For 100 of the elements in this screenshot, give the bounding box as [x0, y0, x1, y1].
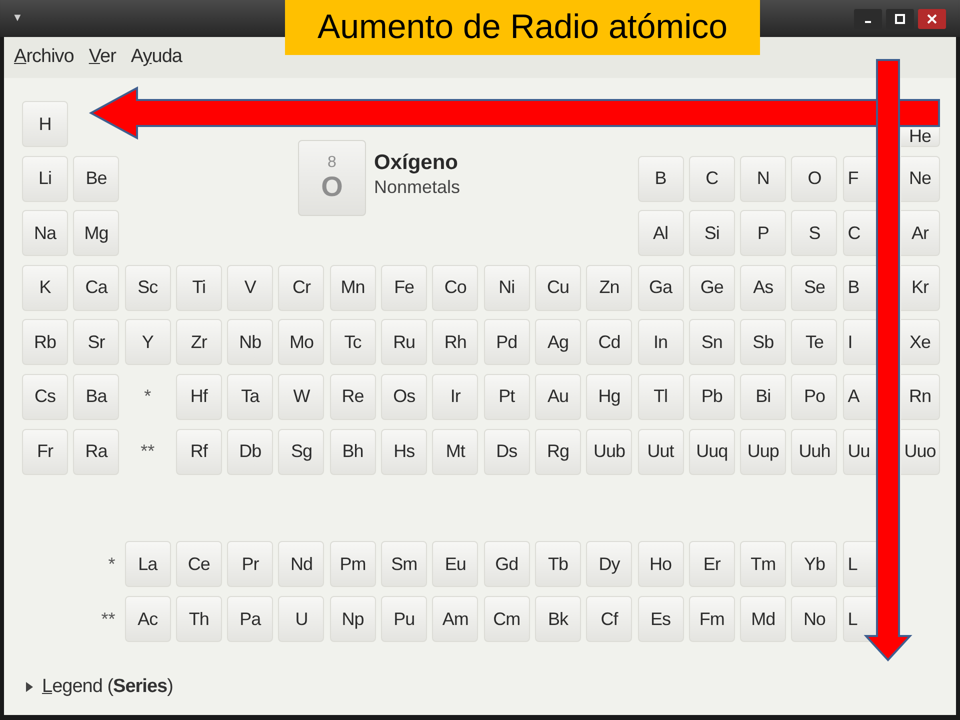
expander-icon[interactable]: [24, 681, 34, 694]
element-button[interactable]: Cm: [484, 596, 530, 642]
element-button[interactable]: Fm: [688, 596, 735, 642]
minimize-button[interactable]: [854, 8, 882, 28]
element-button[interactable]: Sn: [688, 319, 735, 366]
element-button[interactable]: Rg: [534, 428, 581, 475]
element-button[interactable]: Np: [330, 596, 376, 642]
element-button[interactable]: As: [740, 264, 786, 311]
element-button[interactable]: Nb: [227, 319, 274, 366]
element-button[interactable]: Uuq: [688, 428, 735, 475]
element-button[interactable]: Rb: [22, 319, 68, 366]
element-button[interactable]: Sg: [278, 428, 324, 475]
element-button[interactable]: Cd: [586, 319, 632, 366]
element-button[interactable]: Md: [740, 596, 786, 642]
element-button[interactable]: Hs: [381, 428, 428, 475]
element-button[interactable]: Zn: [586, 264, 632, 311]
element-button[interactable]: Po: [791, 374, 838, 420]
element-button[interactable]: Am: [432, 596, 478, 642]
element-button[interactable]: Pa: [227, 596, 274, 642]
element-button[interactable]: Ce: [176, 541, 222, 587]
element-button[interactable]: Fe: [381, 264, 428, 311]
element-button[interactable]: I: [842, 319, 876, 366]
element-button[interactable]: Uuh: [791, 428, 838, 475]
element-button[interactable]: Ni: [484, 264, 530, 311]
element-button[interactable]: Kr: [901, 264, 940, 311]
element-button[interactable]: Fr: [22, 428, 68, 475]
element-button[interactable]: Mn: [330, 264, 376, 311]
element-button[interactable]: Re: [330, 374, 376, 420]
element-button[interactable]: C: [842, 210, 876, 256]
element-button[interactable]: Gd: [484, 541, 530, 587]
element-button[interactable]: S: [791, 210, 838, 256]
element-button[interactable]: Ta: [227, 374, 274, 420]
element-button[interactable]: B: [842, 264, 876, 311]
element-button[interactable]: Tl: [638, 374, 684, 420]
element-button[interactable]: Bh: [330, 428, 376, 475]
element-button[interactable]: Na: [22, 210, 68, 256]
element-button[interactable]: Ba: [73, 374, 120, 420]
element-button[interactable]: Ra: [73, 428, 120, 475]
element-button[interactable]: Tc: [330, 319, 376, 366]
menu-item[interactable]: Ayuda: [130, 43, 182, 72]
element-button[interactable]: Es: [638, 596, 684, 642]
element-button[interactable]: Sc: [124, 264, 171, 311]
element-button[interactable]: Ga: [638, 264, 684, 311]
element-button[interactable]: Nd: [278, 541, 324, 587]
element-button[interactable]: Pm: [330, 541, 376, 587]
element-button[interactable]: Ho: [638, 541, 684, 587]
close-button[interactable]: [918, 8, 946, 28]
element-button[interactable]: Te: [791, 319, 838, 366]
element-button[interactable]: Mo: [278, 319, 324, 366]
element-button[interactable]: Rf: [176, 428, 222, 475]
element-button[interactable]: L: [842, 541, 876, 587]
element-button[interactable]: Tm: [740, 541, 786, 587]
element-button[interactable]: O: [791, 156, 838, 202]
element-button[interactable]: Eu: [432, 541, 478, 587]
element-button[interactable]: Se: [791, 264, 838, 311]
element-button[interactable]: Yb: [791, 541, 838, 587]
element-button[interactable]: Uub: [586, 428, 632, 475]
element-button[interactable]: Mg: [73, 210, 120, 256]
element-button[interactable]: Rh: [432, 319, 478, 366]
element-button[interactable]: Au: [534, 374, 581, 420]
element-button[interactable]: Bk: [534, 596, 581, 642]
element-button[interactable]: Ca: [73, 264, 120, 311]
element-button[interactable]: Zr: [176, 319, 222, 366]
element-button[interactable]: Bi: [740, 374, 786, 420]
element-button[interactable]: Pu: [381, 596, 428, 642]
element-button[interactable]: Y: [124, 319, 171, 366]
element-button[interactable]: Tb: [534, 541, 581, 587]
element-button[interactable]: L: [842, 596, 876, 642]
element-button[interactable]: Ir: [432, 374, 478, 420]
element-button[interactable]: Ds: [484, 428, 530, 475]
element-button[interactable]: Ag: [534, 319, 581, 366]
element-button[interactable]: F: [842, 156, 876, 202]
element-button[interactable]: Sm: [381, 541, 428, 587]
element-button[interactable]: P: [740, 210, 786, 256]
element-button[interactable]: Uu: [842, 428, 876, 475]
element-button[interactable]: Pb: [688, 374, 735, 420]
element-button[interactable]: No: [791, 596, 838, 642]
element-button[interactable]: Ar: [901, 210, 940, 256]
element-button[interactable]: Sb: [740, 319, 786, 366]
element-button[interactable]: Li: [22, 156, 68, 202]
element-button[interactable]: Db: [227, 428, 274, 475]
menu-item[interactable]: Archivo: [14, 43, 74, 72]
element-button[interactable]: Uut: [638, 428, 684, 475]
element-button[interactable]: Si: [688, 210, 735, 256]
element-button[interactable]: B: [638, 156, 684, 202]
element-button[interactable]: Er: [688, 541, 735, 587]
element-button[interactable]: Cr: [278, 264, 324, 311]
element-button[interactable]: H: [22, 101, 68, 147]
element-button[interactable]: Al: [638, 210, 684, 256]
element-button[interactable]: Ge: [688, 264, 735, 311]
element-button[interactable]: V: [227, 264, 274, 311]
element-button[interactable]: K: [22, 264, 68, 311]
element-button[interactable]: Be: [73, 156, 120, 202]
element-button[interactable]: Xe: [901, 319, 940, 366]
element-button[interactable]: Rn: [901, 374, 940, 420]
element-button[interactable]: Hf: [176, 374, 222, 420]
element-button[interactable]: Cf: [586, 596, 632, 642]
element-button[interactable]: Pr: [227, 541, 274, 587]
element-button[interactable]: He: [901, 128, 940, 147]
element-button[interactable]: Th: [176, 596, 222, 642]
